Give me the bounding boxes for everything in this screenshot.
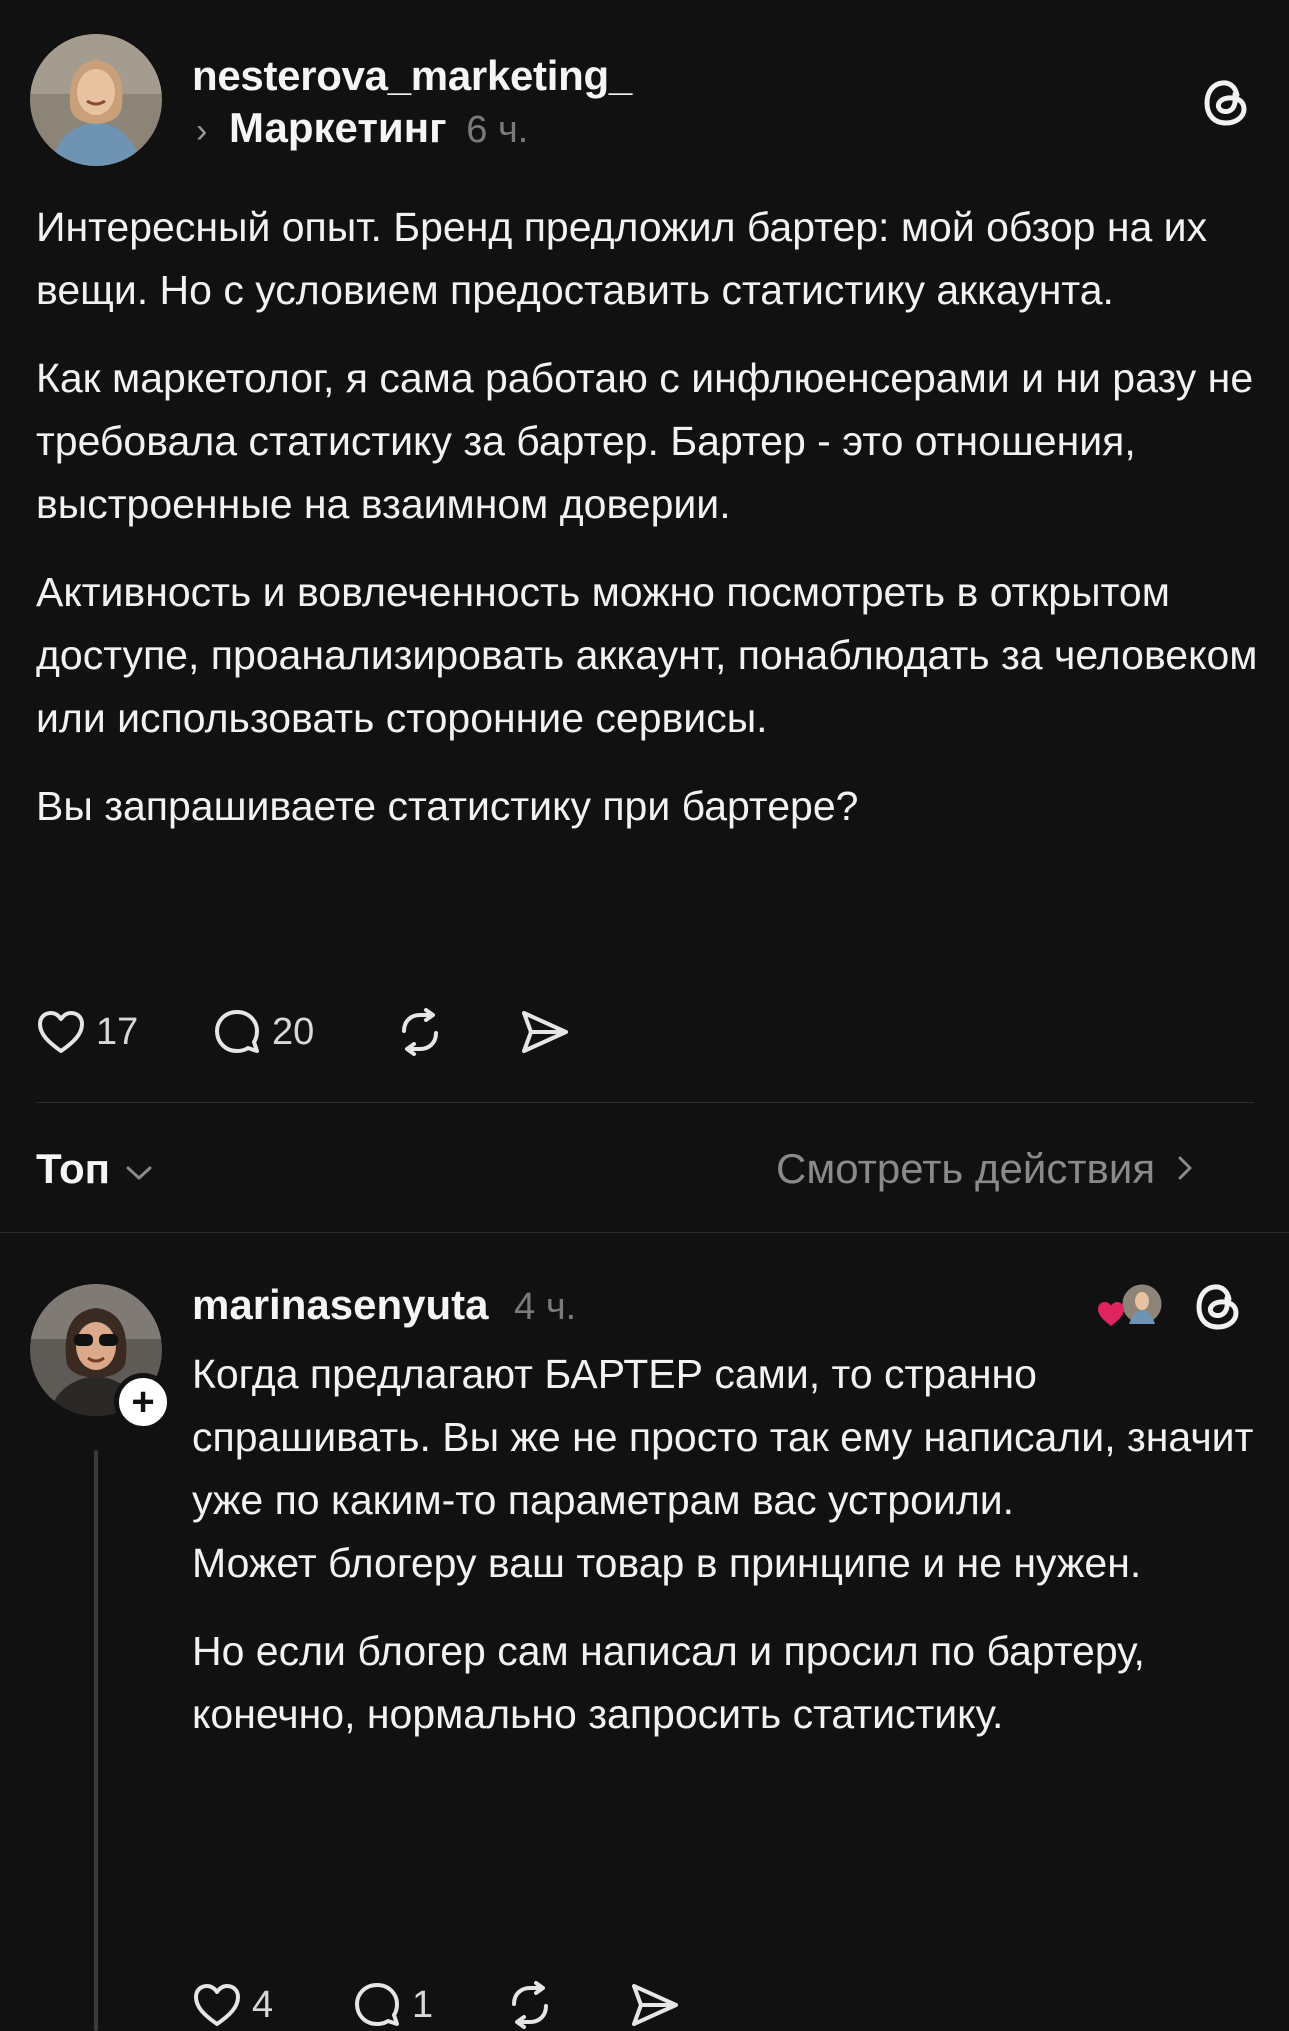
post-paragraph: Активность и вовлеченность можно посмотр… [36, 569, 1258, 741]
comment-icon [215, 1010, 259, 1053]
chevron-right-icon: › [196, 112, 208, 150]
like-button[interactable]: 17 [36, 1009, 212, 1055]
sort-label: Топ [36, 1145, 111, 1192]
comment-icon [355, 1983, 399, 2026]
post-paragraph: Как маркетолог, я сама работаю с инфлюен… [36, 355, 1254, 527]
author-avatar[interactable] [30, 34, 162, 166]
threads-logo-icon[interactable] [1194, 1280, 1242, 1337]
reply-header: marinasenyuta 4 ч. [192, 1281, 576, 1329]
heart-icon [194, 1984, 240, 2026]
sort-dropdown[interactable]: Топ [36, 1145, 154, 1193]
reply-body: Когда предлагают БАРТЕР сами, то странно… [192, 1343, 1262, 1771]
topic-line: › Маркетинг 6 ч. [196, 104, 528, 152]
chevron-right-icon [1175, 1145, 1195, 1193]
follow-button[interactable]: + [114, 1373, 172, 1431]
reply-paragraph: Может блогеру ваш товар в принципе и не … [192, 1540, 1142, 1586]
like-button[interactable]: 4 [192, 1982, 352, 2028]
repost-icon [512, 1981, 548, 2029]
reply-button[interactable]: 1 [352, 1980, 504, 2030]
post-time: 6 ч. [466, 109, 529, 151]
send-icon [632, 1984, 678, 2026]
like-count: 4 [252, 1983, 274, 2026]
view-activity-link[interactable]: Смотреть действия [776, 1145, 1195, 1193]
reply-count: 1 [412, 1983, 434, 2026]
post-actions: 17 20 [36, 1007, 572, 1057]
post-body: Интересный опыт. Бренд предложил бартер:… [36, 196, 1266, 863]
like-count: 17 [96, 1010, 139, 1053]
repost-button[interactable] [504, 1980, 628, 2030]
reply-time: 4 ч. [514, 1286, 577, 1328]
reply-button[interactable]: 20 [212, 1007, 394, 1057]
post-paragraph: Интересный опыт. Бренд предложил бартер:… [36, 204, 1208, 313]
reply-actions: 4 1 [192, 1980, 682, 2030]
reply-count: 20 [272, 1010, 315, 1053]
thread-line [94, 1450, 98, 2031]
post-paragraph: Вы запрашиваете статистику при бартере? [36, 783, 859, 829]
send-icon [522, 1011, 568, 1053]
threads-logo-icon[interactable] [1202, 76, 1250, 133]
view-activity-label: Смотреть действия [776, 1145, 1156, 1192]
topic-tag[interactable]: Маркетинг [229, 104, 447, 151]
heart-filled-icon [1098, 1302, 1124, 1326]
reply-paragraph: Но если блогер сам написал и просил по б… [192, 1628, 1145, 1737]
repost-icon [402, 1008, 438, 1056]
divider [36, 1102, 1254, 1103]
share-button[interactable] [628, 1980, 682, 2030]
reply-author-username[interactable]: marinasenyuta [192, 1281, 488, 1328]
author-username[interactable]: nesterova_marketing_ [192, 52, 632, 100]
share-button[interactable] [518, 1007, 572, 1057]
liked-by-author-indicator [1094, 1280, 1165, 1332]
divider [0, 1232, 1289, 1233]
reply-paragraph: Когда предлагают БАРТЕР сами, то странно… [192, 1351, 1254, 1523]
chevron-down-icon [124, 1145, 154, 1193]
repost-button[interactable] [394, 1007, 518, 1057]
plus-icon: + [131, 1380, 155, 1424]
heart-icon [38, 1011, 84, 1053]
